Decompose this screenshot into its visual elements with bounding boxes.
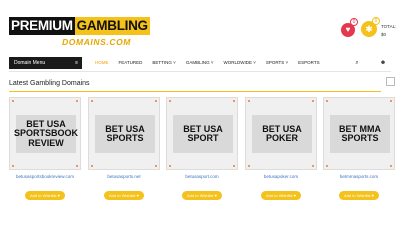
domain-plate: BET USA SPORTS <box>95 115 155 153</box>
domain-plate: BET USA SPORTSBOOK REVIEW <box>14 115 79 153</box>
domain-link[interactable]: betusasports.net <box>88 174 160 179</box>
add-to-wishlist-button[interactable]: Add to Wishlist ♥ <box>25 191 65 200</box>
domain-image[interactable]: BET MMA SPORTS <box>323 97 395 170</box>
add-to-wishlist-button[interactable]: Add to Wishlist ♥ <box>261 191 301 200</box>
domain-image[interactable]: BET USA POKER <box>245 97 317 170</box>
domain-menu-button[interactable]: Domain Menu ≡ <box>9 57 82 69</box>
logo-wordmark: PREMIUM GAMBLING <box>9 17 150 35</box>
cart-icon: ✱ <box>365 24 373 34</box>
logo-gambling: GAMBLING <box>74 17 150 35</box>
domain-link[interactable]: betmmasports.com <box>323 174 395 179</box>
add-to-wishlist-button[interactable]: Add to Wishlist ♥ <box>182 191 222 200</box>
nav-item-betting[interactable]: BETTING ˅ <box>147 57 180 69</box>
cart-count-badge: 0 <box>372 17 380 25</box>
domain-plate: BET USA POKER <box>252 115 312 153</box>
domain-image[interactable]: BET USA SPORT <box>166 97 238 170</box>
nav-item-featured[interactable]: FEATURED <box>114 57 148 69</box>
domain-link[interactable]: betusasport.com <box>166 174 238 179</box>
wishlist-count-badge: 0 <box>350 18 358 26</box>
user-icon[interactable]: ☻ <box>377 57 389 69</box>
search-icon[interactable]: ⌕ <box>351 57 363 69</box>
cart-total: TOTAL: $0 <box>381 23 396 39</box>
plate-text: BET USA SPORTS <box>105 123 145 143</box>
nav-item-sports[interactable]: SPORTS ˅ <box>261 57 293 69</box>
logo-domains: DOMAINS.COM <box>62 37 131 47</box>
add-to-wishlist-button[interactable]: Add to Wishlist ♥ <box>339 191 379 200</box>
domain-card: BET USA SPORTS betusasports.net Add to W… <box>88 97 160 205</box>
domain-card: BET USA SPORTSBOOK REVIEW betusasportsbo… <box>9 97 81 205</box>
domain-link[interactable]: betusapoker.com <box>245 174 317 179</box>
section-title: Latest Gambling Domains <box>9 80 90 87</box>
domain-image[interactable]: BET USA SPORTSBOOK REVIEW <box>9 97 81 170</box>
carousel-nav-button[interactable] <box>386 77 395 86</box>
total-label: TOTAL: <box>381 24 397 29</box>
domain-link[interactable]: betusasportsbookreview.com <box>9 174 81 179</box>
domain-plate: BET MMA SPORTS <box>330 115 390 153</box>
section-underline <box>9 91 381 92</box>
plate-text: BET USA SPORT <box>183 123 223 143</box>
logo-premium: PREMIUM <box>9 17 75 35</box>
main-nav: HOME FEATURED BETTING ˅ GAMBLING ˅ WORLD… <box>90 57 325 69</box>
domain-card: BET USA SPORT betusasport.com Add to Wis… <box>166 97 238 205</box>
nav-divider <box>9 71 391 72</box>
domain-card: BET MMA SPORTS betmmasports.com Add to W… <box>323 97 395 205</box>
plate-text: BET USA POKER <box>262 123 302 143</box>
add-to-wishlist-button[interactable]: Add to Wishlist ♥ <box>104 191 144 200</box>
domain-card: BET USA POKER betusapoker.com Add to Wis… <box>245 97 317 205</box>
nav-item-home[interactable]: HOME <box>90 57 114 69</box>
site-logo[interactable]: PREMIUM GAMBLING DOMAINS.COM <box>9 17 150 49</box>
nav-item-esports[interactable]: ESPORTS <box>293 57 324 69</box>
domain-plate: BET USA SPORT <box>173 115 233 153</box>
menu-icon: ≡ <box>75 60 78 66</box>
heart-icon: ♥ <box>345 25 351 34</box>
total-value: $0 <box>381 32 387 37</box>
nav-item-gambling[interactable]: GAMBLING ˅ <box>181 57 219 69</box>
plate-text: BET USA SPORTSBOOK REVIEW <box>14 118 79 148</box>
nav-item-worldwide[interactable]: WORLDWIDE ˅ <box>218 57 260 69</box>
domain-menu-label: Domain Menu <box>14 60 46 66</box>
plate-text: BET MMA SPORTS <box>339 123 381 143</box>
domain-image[interactable]: BET USA SPORTS <box>88 97 160 170</box>
